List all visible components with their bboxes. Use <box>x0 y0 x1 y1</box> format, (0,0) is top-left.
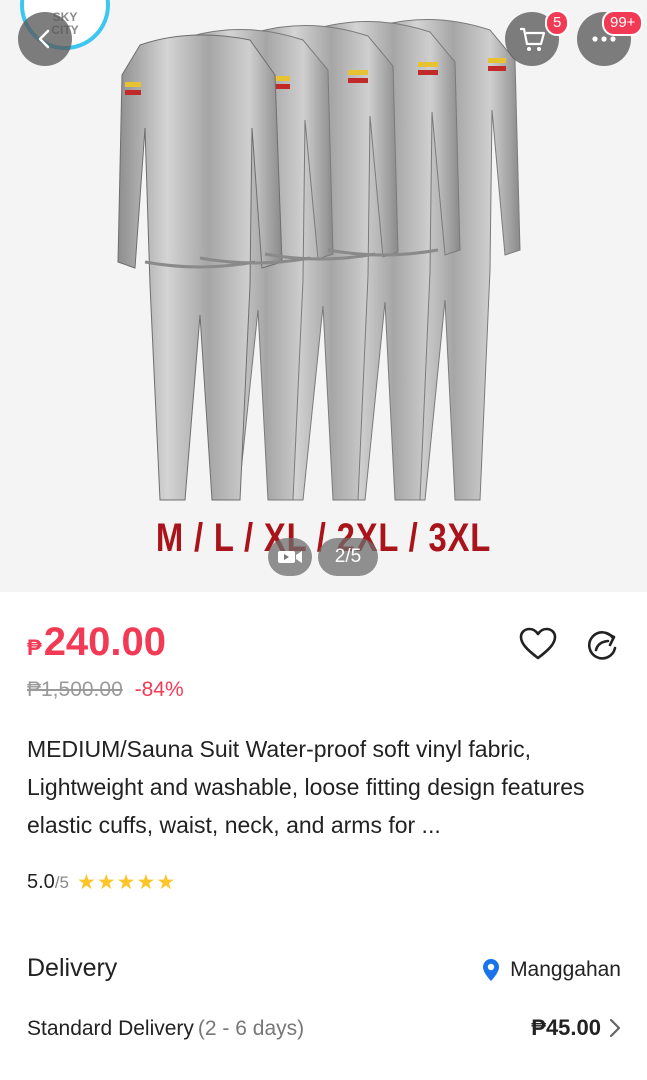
star-icon: ★ <box>77 871 96 894</box>
delivery-option[interactable]: Standard Delivery (2 - 6 days) <box>27 1017 304 1041</box>
delivery-days: (2 - 6 days) <box>197 1017 305 1040</box>
product-image-gallery[interactable]: M / L / XL / 2XL / 3XL SKY CITY 5 99+ 2/… <box>0 0 647 592</box>
star-icon: ★ <box>96 871 116 894</box>
original-price: ₱1,500.00 <box>27 678 123 701</box>
currency-symbol: ₱ <box>27 635 42 660</box>
share-icon <box>587 631 617 660</box>
cart-icon <box>520 27 546 51</box>
heart-icon <box>519 627 557 660</box>
share-button[interactable] <box>583 626 621 669</box>
discount-percent: -84% <box>134 678 184 701</box>
wishlist-button[interactable] <box>518 626 558 667</box>
more-icon <box>592 36 616 42</box>
chevron-right-icon <box>609 1018 621 1038</box>
delivery-fee: ₱45.00 <box>531 1015 601 1040</box>
product-image <box>117 19 521 501</box>
original-price-row: ₱1,500.00 -84% <box>27 678 184 702</box>
more-badge: 99+ <box>602 10 644 36</box>
delivery-heading: Delivery <box>27 954 118 982</box>
chevron-left-icon <box>38 29 50 49</box>
delivery-option-label: Standard Delivery <box>27 1017 194 1040</box>
video-icon <box>278 551 302 563</box>
image-counter: 2/5 <box>318 538 378 576</box>
delivery-location[interactable]: Manggahan <box>482 958 621 982</box>
back-button[interactable] <box>18 12 72 66</box>
location-name: Manggahan <box>510 958 621 981</box>
rating-max: /5 <box>54 872 69 892</box>
cart-badge: 5 <box>545 10 570 36</box>
rating-value: 5.0 <box>27 871 55 893</box>
price: ₱ 240.00 <box>27 620 166 665</box>
product-title: MEDIUM/Sauna Suit Water-proof soft vinyl… <box>27 736 585 838</box>
delivery-fee-row[interactable]: ₱45.00 <box>531 1015 621 1041</box>
rating-row[interactable]: 5.0 /5 ★ ★ ★ ★ ★ <box>27 870 176 895</box>
video-button[interactable] <box>268 538 312 576</box>
price-value: 240.00 <box>43 620 167 664</box>
star-icon: ★ <box>116 871 136 894</box>
star-icon: ★ <box>156 871 176 894</box>
location-pin-icon <box>483 959 500 981</box>
star-icon: ★ <box>136 871 156 894</box>
